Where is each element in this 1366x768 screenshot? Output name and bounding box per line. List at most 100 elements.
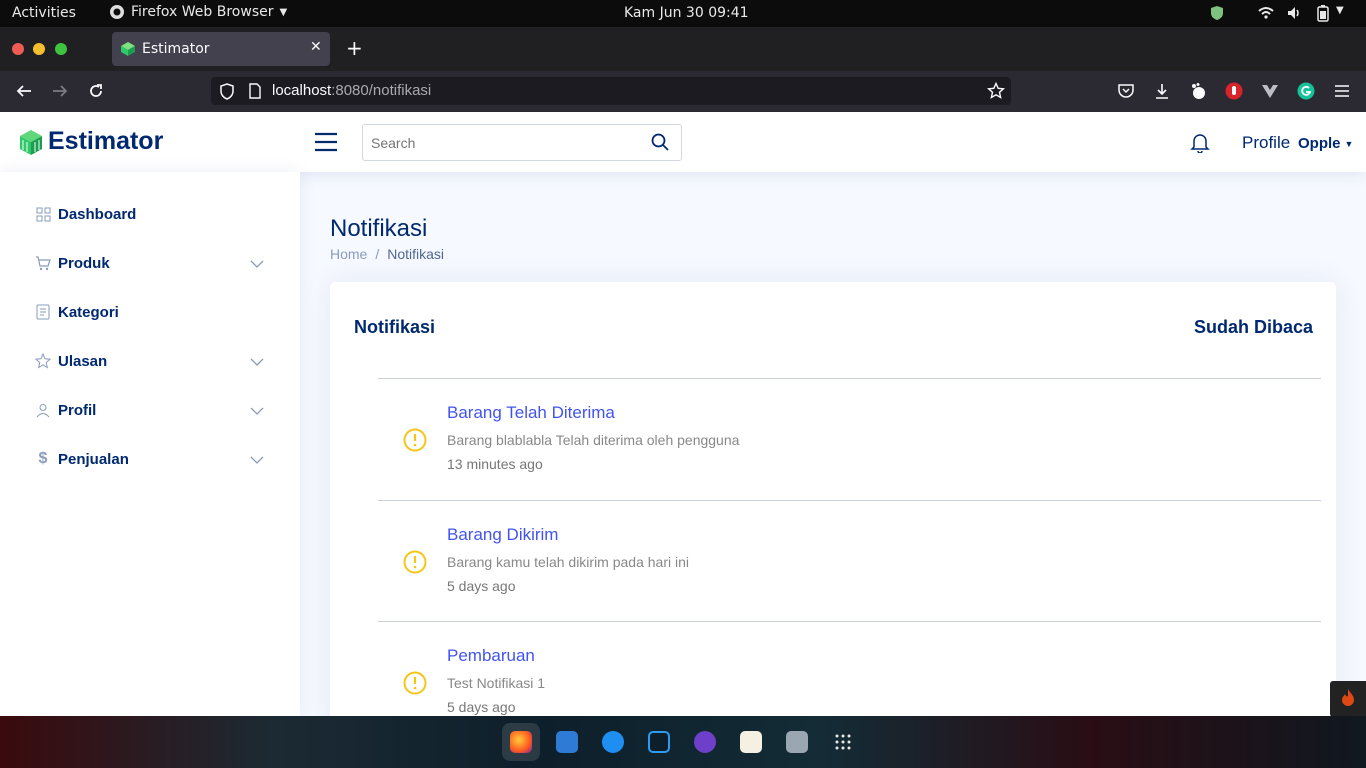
sidebar-item-kategori[interactable]: Kategori [28,292,272,332]
notification-title[interactable]: Barang Telah Diterima [447,403,615,423]
notification-time: 5 days ago [447,578,516,594]
estimator-logo-icon [20,129,42,155]
search-input[interactable] [363,125,643,160]
breadcrumb-home-link[interactable]: Home [330,246,367,262]
search-icon[interactable] [651,133,669,155]
desktop-dock [0,716,1366,768]
brand-logo[interactable]: Estimator [18,127,163,156]
url-text: localhost:8080/notifikasi [272,82,431,99]
app-menu[interactable]: Firefox Web Browser ▼ [109,4,287,20]
notification-title[interactable]: Pembaruan [447,646,535,666]
mark-all-read-button[interactable]: Sudah Dibaca [1194,317,1313,338]
breadcrumb: Home / Notifikasi [330,246,444,262]
extension-vue-icon[interactable] [1261,82,1279,104]
activities-button[interactable]: Activities [12,5,76,21]
text-editor-dock-icon[interactable] [740,731,762,753]
breadcrumb-separator: / [375,246,380,262]
caret-down-icon: ▼ [279,6,288,18]
tab-estimator[interactable]: Estimator ✕ [112,32,330,66]
page-info-icon[interactable] [248,83,262,103]
chevron-down-icon [250,353,264,370]
tracking-shield-icon[interactable] [219,83,235,104]
system-top-bar: Activities Firefox Web Browser ▼ Kam Jun… [0,0,1366,27]
url-bar[interactable]: localhost:8080/notifikasi [211,77,1011,105]
vscode-dock-icon[interactable] [648,731,670,753]
maximize-window-button[interactable] [55,43,67,55]
app-grid-icon[interactable] [834,733,852,755]
sidebar-item-label: Ulasan [58,352,108,370]
battery-icon[interactable] [1316,5,1330,26]
notification-item[interactable]: Barang Telah Diterima Barang blablabla T… [378,378,1321,500]
search-box [362,124,682,161]
url-path: :8080/notifikasi [331,82,432,99]
sidebar-item-label: Profil [58,401,97,419]
warning-circle-icon [403,550,427,578]
notification-message: Barang kamu telah dikirim pada hari ini [447,554,690,570]
system-menu-caret-icon[interactable]: ▼ [1336,5,1344,16]
sidebar-item-dashboard[interactable]: Dashboard [28,194,272,234]
new-tab-icon[interactable]: + [346,36,363,60]
chevron-down-icon [250,402,264,419]
web-app: Estimator Profile Opple ▼ Dashboard Prod… [0,112,1366,716]
extension-grammarly-icon[interactable] [1297,82,1315,104]
hamburger-menu-icon[interactable] [1333,83,1351,103]
sidebar-item-profil[interactable]: Profil [28,390,272,430]
list-icon [28,304,58,320]
chevron-down-icon [250,255,264,272]
estimator-favicon-icon [121,42,135,56]
github-desktop-dock-icon[interactable] [694,731,716,753]
user-dropdown[interactable]: Opple ▼ [1298,135,1353,152]
bookmark-star-icon[interactable] [986,81,1006,104]
screenshot-dock-icon[interactable] [786,731,808,753]
minimize-window-button[interactable] [33,43,45,55]
person-icon [28,403,58,418]
browser-tab-bar: Estimator ✕ + [0,27,1366,71]
app-menu-label: Firefox Web Browser [131,4,274,20]
pocket-icon[interactable] [1117,82,1135,104]
notification-item[interactable]: Pembaruan Test Notifikasi 1 5 days ago [378,621,1321,716]
flame-icon [1342,689,1354,706]
forward-icon[interactable] [51,82,69,104]
sidebar: Dashboard Produk Kategori Ulasan Profil … [0,172,300,716]
notification-bell-icon[interactable] [1190,132,1210,157]
app-store-dock-icon[interactable] [602,731,624,753]
debug-toolbar-button[interactable] [1330,681,1366,716]
url-host: localhost [272,82,332,99]
warning-circle-icon [403,671,427,699]
chevron-down-icon [250,451,264,468]
reload-icon[interactable] [87,82,105,104]
sidebar-toggle-icon[interactable] [314,131,338,157]
extension-hand-icon[interactable] [1225,82,1243,104]
card-title: Notifikasi [354,317,436,337]
sidebar-item-produk[interactable]: Produk [28,243,272,283]
volume-icon[interactable] [1287,6,1301,24]
breadcrumb-current: Notifikasi [387,246,445,262]
sidebar-item-label: Dashboard [58,205,137,223]
sidebar-item-label: Produk [58,254,110,272]
firefox-icon [110,5,124,19]
finder-dock-icon[interactable] [556,731,578,753]
shield-icon[interactable] [1210,5,1224,25]
notification-time: 5 days ago [447,699,516,715]
user-name: Opple [1298,135,1341,152]
notification-title[interactable]: Barang Dikirim [447,525,558,545]
close-window-button[interactable] [12,43,24,55]
sidebar-item-label: Penjualan [58,450,129,468]
warning-circle-icon [403,428,427,456]
notifications-card: Notifikasi Sudah Dibaca Barang Telah Dit… [330,282,1336,716]
wifi-icon[interactable] [1258,6,1274,24]
cart-icon [28,255,58,271]
profile-label[interactable]: Profile [1242,133,1290,153]
sidebar-item-label: Kategori [58,303,119,321]
tab-close-icon[interactable]: ✕ [310,39,322,55]
grid-icon [28,207,58,222]
back-icon[interactable] [15,82,33,104]
notification-item[interactable]: Barang Dikirim Barang kamu telah dikirim… [378,500,1321,622]
sidebar-item-penjualan[interactable]: $ Penjualan [28,439,272,479]
extension-gnome-icon[interactable] [1189,82,1207,104]
downloads-icon[interactable] [1153,82,1171,104]
brand-name: Estimator [48,127,164,155]
clock[interactable]: Kam Jun 30 09:41 [624,5,749,21]
sidebar-item-ulasan[interactable]: Ulasan [28,341,272,381]
firefox-dock-icon[interactable] [510,731,532,753]
